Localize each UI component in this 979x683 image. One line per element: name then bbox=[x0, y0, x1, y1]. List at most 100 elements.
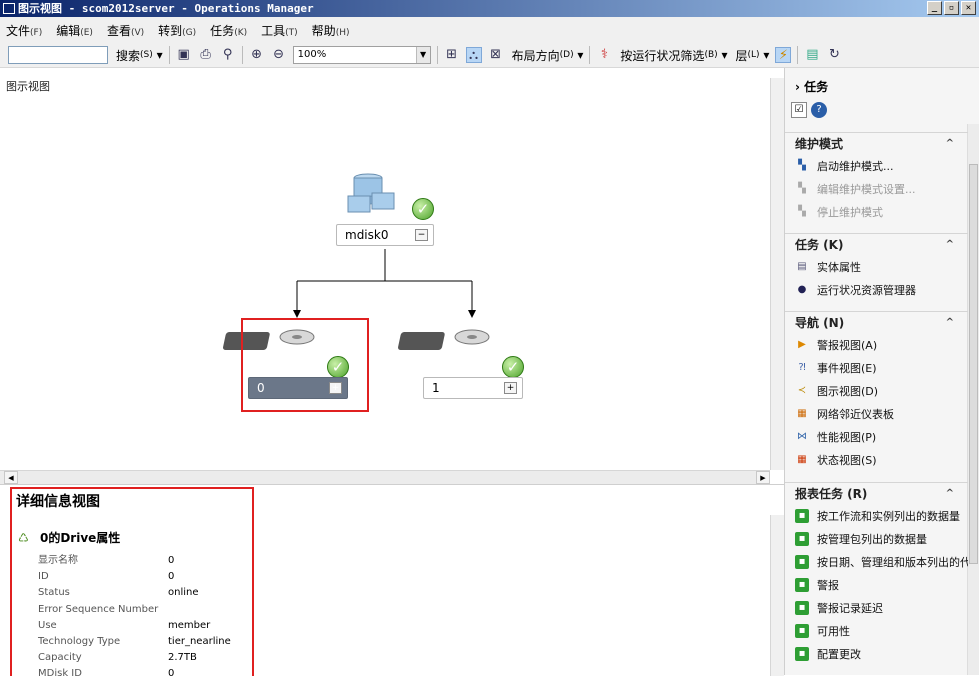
search-input[interactable] bbox=[8, 46, 108, 64]
layer-button[interactable]: 层 (L) ▾ bbox=[735, 47, 769, 64]
report-icon: ▪ bbox=[795, 646, 809, 661]
properties-icon: ▤ bbox=[797, 260, 807, 272]
tasks-panel-scrollbar[interactable] bbox=[967, 124, 979, 675]
toolbar-separator bbox=[436, 46, 438, 64]
menu-edit[interactable]: 编辑(E) bbox=[56, 22, 93, 39]
diagram-canvas[interactable]: ✓ mdisk0 − ✓ 0 + ✓ 1 + bbox=[0, 98, 770, 470]
property-list: 显示名称 0 ID 0 Status online Error Sequence Nu… bbox=[38, 553, 231, 683]
zoom-in-icon[interactable]: ⊕ bbox=[249, 47, 265, 63]
expand-icon[interactable]: ⊠ bbox=[488, 47, 504, 63]
collapse-icon[interactable]: ^ bbox=[946, 312, 954, 334]
chevron-down-icon: ▼ bbox=[415, 47, 430, 63]
zoom-select[interactable]: 100% ▼ bbox=[292, 46, 431, 64]
close-button[interactable]: ✕ bbox=[961, 1, 976, 15]
report-item[interactable]: ▪ 按工作流和实例列出的数据量 bbox=[785, 504, 968, 527]
maintenance-icon: ▚ bbox=[798, 159, 806, 171]
collapse-icon[interactable]: ^ bbox=[946, 133, 954, 155]
menu-file[interactable]: 文件(F) bbox=[6, 22, 42, 39]
state-view-icon: ▦ bbox=[797, 453, 807, 465]
report-icon: ▪ bbox=[795, 531, 809, 546]
report-item[interactable]: ▪ 按日期、管理组和版本列出的代理 bbox=[785, 550, 968, 573]
tree-view-icon[interactable]: ⛬ bbox=[465, 47, 482, 63]
refresh-icon[interactable]: ↻ bbox=[826, 47, 842, 63]
scroll-right-icon[interactable]: ▶ bbox=[756, 471, 770, 484]
report-item[interactable]: ▪ 警报记录延迟 bbox=[785, 596, 968, 619]
tasks-tab-icon[interactable]: ☑ bbox=[791, 102, 807, 118]
health-explorer-icon: ● bbox=[797, 283, 807, 295]
entity-properties-item[interactable]: ▤ 实体属性 bbox=[785, 255, 968, 278]
performance-view-item[interactable]: ⋈ 性能视图(P) bbox=[785, 425, 968, 448]
property-row: Use member bbox=[38, 619, 211, 631]
report-item[interactable]: ▪ 按管理包列出的数据量 bbox=[785, 527, 968, 550]
window-title-bar[interactable]: 图示视图 - scom2012server - Operations Manag… bbox=[0, 0, 979, 17]
network-dashboard-item[interactable]: ▦ 网络邻近仪表板 bbox=[785, 402, 968, 425]
section-title[interactable]: 维护模式 ^ bbox=[785, 132, 968, 154]
property-row: 显示名称 0 bbox=[38, 555, 175, 566]
database-icon bbox=[347, 173, 395, 213]
start-maintenance-item[interactable]: ▚ 启动维护模式... bbox=[785, 154, 968, 177]
state-view-item[interactable]: ▦ 状态视图(S) bbox=[785, 448, 968, 471]
app-icon bbox=[3, 3, 15, 14]
layout-direction-button[interactable]: 布局方向 (D) ▾ bbox=[512, 47, 584, 64]
menu-go[interactable]: 转到(G) bbox=[158, 22, 196, 39]
tasks-panel-header[interactable]: › 任务 bbox=[785, 78, 979, 95]
window-title: 图示视图 - scom2012server - Operations Manag… bbox=[18, 2, 314, 15]
search-button[interactable]: 搜索 (S) ▾ bbox=[116, 47, 163, 64]
healthy-check-icon: ✓ bbox=[327, 356, 349, 378]
report-icon: ▪ bbox=[795, 554, 809, 569]
node-mdisk0[interactable]: mdisk0 − bbox=[336, 224, 434, 246]
print-icon[interactable]: ⎙ bbox=[198, 47, 214, 63]
maintenance-icon: ▚ bbox=[798, 182, 806, 194]
window-controls: _ ▫ ✕ bbox=[927, 1, 976, 15]
menu-view[interactable]: 查看(V) bbox=[107, 22, 144, 39]
node-drive-1[interactable]: 1 + bbox=[423, 377, 523, 399]
health-filter-button[interactable]: 按运行状况筛选 (B) ▾ bbox=[620, 47, 727, 64]
stop-maintenance-item[interactable]: ▚ 停止维护模式 bbox=[785, 200, 968, 223]
diagram-view-item[interactable]: ≺ 图示视图(D) bbox=[785, 379, 968, 402]
minimize-button[interactable]: _ bbox=[927, 1, 942, 15]
drive-properties-icon: ♺ bbox=[18, 530, 29, 545]
layout-icon[interactable]: ⊞ bbox=[444, 47, 460, 63]
menu-tasks[interactable]: 任务(K) bbox=[210, 22, 247, 39]
scroll-thumb[interactable] bbox=[969, 164, 978, 564]
report-item[interactable]: ▪ 配置更改 bbox=[785, 642, 968, 665]
tasks-panel-tabs: ☑ ? bbox=[791, 102, 827, 118]
hard-disk-icon bbox=[398, 329, 490, 350]
zoom-out-icon[interactable]: ⊖ bbox=[271, 47, 287, 63]
menu-tools[interactable]: 工具(T) bbox=[261, 22, 298, 39]
node-label: 0 bbox=[257, 381, 265, 395]
collapse-icon[interactable]: ^ bbox=[946, 234, 954, 256]
node-drive-0[interactable]: 0 + bbox=[248, 377, 348, 399]
edit-maintenance-item[interactable]: ▚ 编辑维护模式设置... bbox=[785, 177, 968, 200]
report-item[interactable]: ▪ 可用性 bbox=[785, 619, 968, 642]
collapse-icon[interactable]: − bbox=[415, 229, 428, 241]
diagram-view-icon: ≺ bbox=[797, 384, 807, 396]
collapse-icon[interactable]: ^ bbox=[946, 483, 954, 505]
expand-icon[interactable]: + bbox=[504, 382, 517, 394]
alert-view-item[interactable]: ▶ 警报视图(A) bbox=[785, 333, 968, 356]
expand-icon[interactable]: + bbox=[329, 382, 342, 394]
section-title[interactable]: 报表任务 (R) ^ bbox=[785, 482, 968, 504]
diagram-vertical-scrollbar[interactable] bbox=[770, 78, 784, 470]
find-icon[interactable]: ⚲ bbox=[220, 47, 236, 63]
scroll-left-icon[interactable]: ◀ bbox=[4, 471, 18, 484]
tasks-panel: › 任务 ☑ ? 维护模式 ^ ▚ 启动维护模式... ▚ 编辑维护模式设置... ▚… bbox=[784, 68, 979, 675]
section-title[interactable]: 导航 (N) ^ bbox=[785, 311, 968, 333]
health-filter-icon: ⚕ bbox=[600, 47, 608, 62]
property-row: Capacity 2.7TB bbox=[38, 652, 197, 664]
section-title[interactable]: 任务 (K) ^ bbox=[785, 233, 968, 255]
diagram-horizontal-scrollbar[interactable]: ◀ ▶ bbox=[0, 470, 770, 484]
options-icon[interactable]: ▤ bbox=[804, 47, 820, 63]
help-icon[interactable]: ? bbox=[811, 102, 827, 118]
health-explorer-item[interactable]: ● 运行状况资源管理器 bbox=[785, 278, 968, 301]
highlight-icon[interactable]: ⚡ bbox=[775, 47, 792, 63]
save-icon[interactable]: ▣ bbox=[176, 47, 192, 63]
detail-subtitle: ♺ 0的Drive属性 bbox=[18, 530, 121, 546]
toolbar-separator bbox=[241, 46, 243, 64]
menu-help[interactable]: 帮助(H) bbox=[312, 22, 350, 39]
restore-button[interactable]: ▫ bbox=[944, 1, 959, 15]
detail-vertical-scrollbar[interactable] bbox=[770, 515, 784, 676]
event-view-item[interactable]: ⁈ 事件视图(E) bbox=[785, 356, 968, 379]
property-row: Status online bbox=[38, 587, 199, 599]
report-item[interactable]: ▪ 警报 bbox=[785, 573, 968, 596]
